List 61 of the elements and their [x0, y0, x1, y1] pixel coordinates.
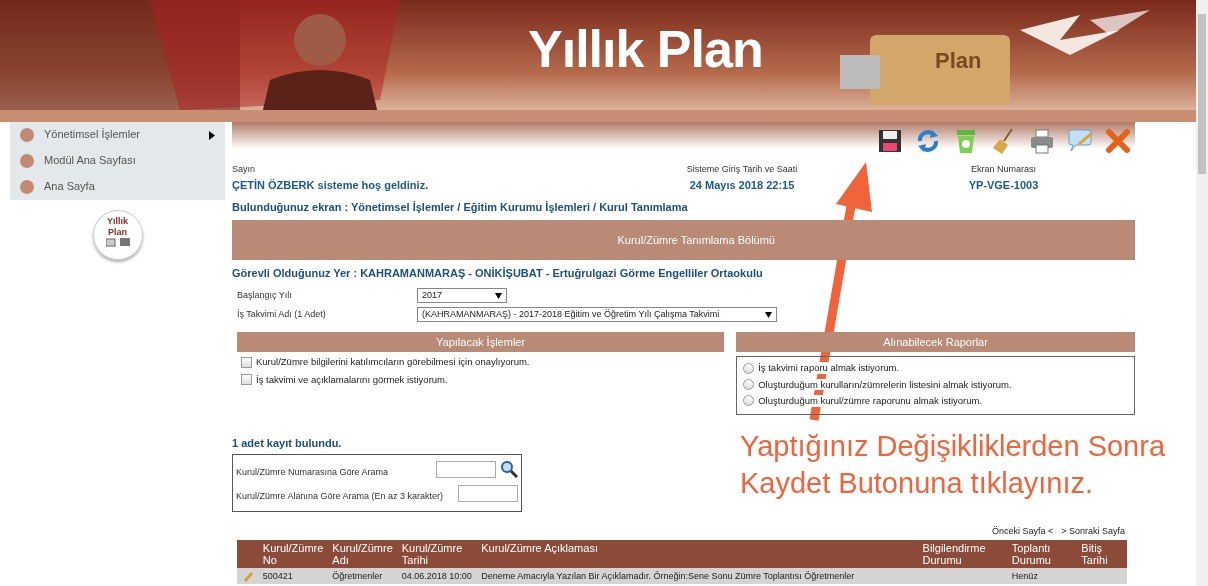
checkbox-label: Kurul/Zümre bilgilerini katılımcıların görebilmesi için onaylıyorum. — [256, 356, 530, 368]
table-cell-text: 04.06.2018 10:00 — [400, 569, 473, 583]
dropdown-arrow-icon — [765, 311, 772, 318]
field-label: Başlangıç Yılı — [236, 290, 293, 302]
bullet-icon — [20, 128, 34, 142]
checkbox[interactable] — [241, 373, 252, 385]
table-cell-text: 500421 — [261, 569, 294, 583]
usb-label: Plan — [935, 48, 982, 75]
panel-header: Alınabilecek Raporlar — [736, 332, 1135, 353]
logo-text: Plan — [108, 227, 127, 238]
bullet-icon — [20, 180, 34, 194]
column-header: Kurul/Zümre Tarihi — [400, 540, 464, 568]
next-page-link[interactable]: > Sonraki Sayfa — [1061, 525, 1125, 537]
logo-text: Yıllık — [107, 216, 128, 227]
breadcrumb: Bulunduğunuz ekran : Yönetimsel İşlemler / Eğitim Kurumu İşlemleri / Kurul Tanımlama — [232, 201, 688, 215]
annotation-text: Yaptığınız Değişikliklerden Sonra Kaydet Butonuna tıklayınız. — [740, 429, 1166, 501]
column-header: Kurul/Zümre Açıklaması — [480, 540, 599, 556]
field-label: Kurul/Zümre Numarasına Göre Arama — [236, 466, 390, 478]
info-value: 24 Mayıs 2018 22:15 — [688, 178, 796, 192]
radio-button[interactable] — [743, 378, 755, 390]
banner-title: Yıllık Plan — [528, 19, 763, 80]
info-label: Ekran Numarası — [970, 164, 1037, 175]
section-title: Kurul/Zümre Tanımlama Bölümü — [232, 220, 1135, 261]
record-count: 1 adet kayıt bulundu. — [232, 436, 342, 450]
column-header: Kurul/Zümre No — [261, 540, 325, 568]
field-label: İş Takvimi Adı (1 Adet) — [236, 309, 327, 321]
select-field[interactable]: 2017 — [417, 288, 507, 304]
search-input[interactable] — [436, 460, 496, 478]
location-text: Görevli Olduğunuz Yer : KAHRAMANMARAŞ - ONİKİŞUBAT - Ertuğrulgazi Görme Engelliler Ortaokulu — [232, 267, 763, 281]
info-label: Sayın — [232, 164, 256, 175]
radio-label: Oluşturduğum kurulların/zümrelerin listesini almak istiyorum. — [758, 378, 1012, 391]
search-input[interactable] — [458, 484, 518, 502]
table-cell-text: Henüz — [1010, 569, 1039, 583]
panel-header: Yapılacak İşlemler — [237, 332, 725, 353]
sidebar-item[interactable]: Yönetimsel İşlemler — [10, 122, 225, 148]
table-cell-text: Deneme Amacıyla Yazılan Bir Açıklamadır. Örneğin:Sene Sonu Zümre Toplantısı Öğretmenler — [480, 569, 856, 583]
radio-button[interactable] — [743, 395, 755, 407]
column-header: Bilgilendirme Durumu — [921, 540, 987, 568]
radio-label: Oluşturduğum kurul/zümre raporunu almak istiyorum. — [758, 395, 983, 407]
sidebar-item[interactable]: Ana Sayfa — [10, 174, 225, 200]
logo-icon — [105, 238, 130, 247]
sidebar-item[interactable]: Modül Ana Sayfası — [10, 148, 225, 174]
dropdown-arrow-icon — [495, 292, 502, 299]
info-value: YP-VGE-1003 — [967, 178, 1040, 192]
checkbox-label: İş takvimi ve açıklamalarını görmek istiyorum. — [256, 373, 448, 386]
scrollbar[interactable] — [1196, 0, 1208, 586]
previous-page-link[interactable]: Önceki Sayfa < — [991, 525, 1054, 537]
info-label: Sisteme Giriş Tarih ve Saati — [685, 164, 799, 175]
field-label: Kurul/Zümre Alanına Göre Arama (En az 3 karakter) — [236, 490, 445, 502]
radio-label: İş takvimi raporu almak istiyorum. — [758, 362, 900, 374]
bullet-icon — [20, 154, 34, 168]
column-header: Bitiş Tarihi — [1080, 540, 1109, 568]
column-header: Kurul/Zümre Adı — [331, 540, 394, 568]
select-field[interactable]: (KAHRAMANMARAŞ) - 2017-2018 Eğitim ve Öğretim Yılı Çalışma Takvimi — [417, 307, 777, 323]
search-icon[interactable] — [500, 459, 518, 478]
info-value: ÇETİN ÖZBERK sisteme hoş geldiniz. — [232, 178, 430, 192]
close-button[interactable] — [1103, 126, 1133, 156]
checkbox[interactable] — [241, 356, 252, 368]
radio-button[interactable] — [743, 362, 755, 374]
table-cell-text: Öğretmenler — [331, 569, 384, 583]
column-header: Toplantı Durumu — [1010, 540, 1052, 568]
